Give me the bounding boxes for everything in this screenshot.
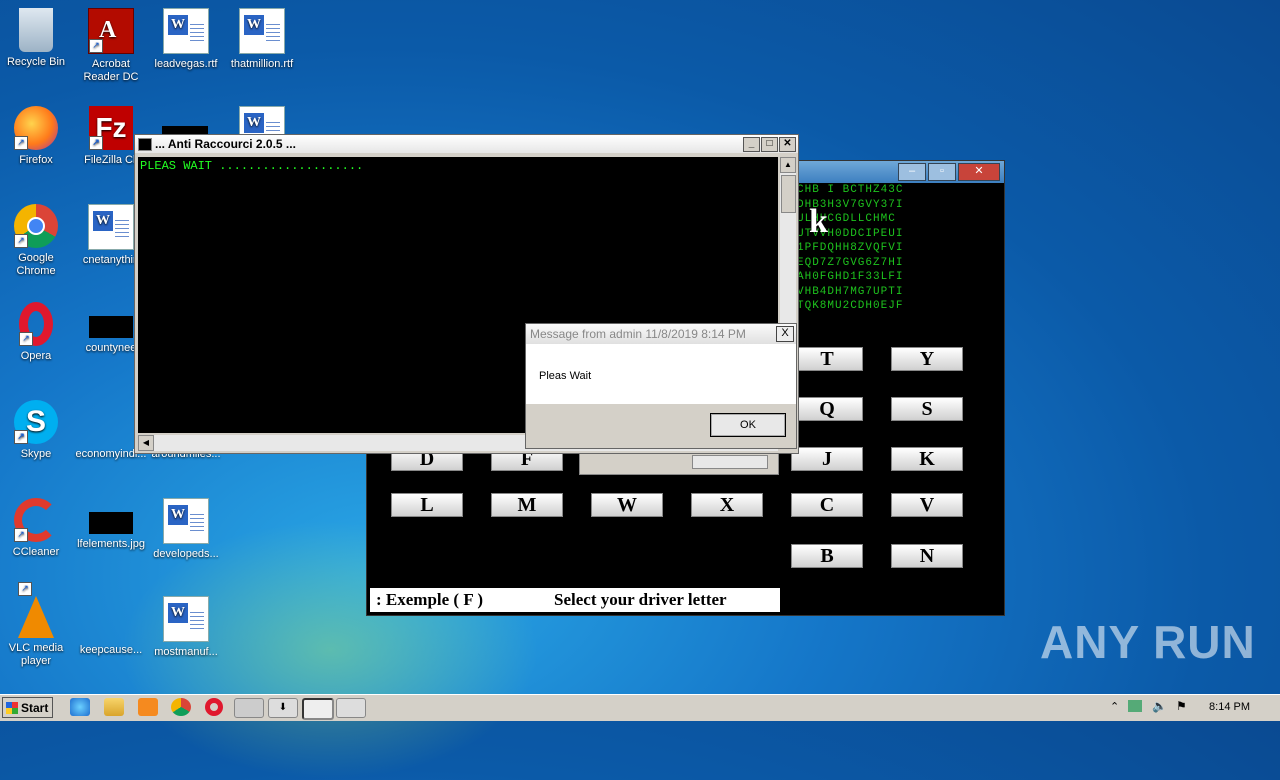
big-letter: k	[809, 203, 828, 240]
desktop-icon-leadvegas[interactable]: leadvegas.rtf	[148, 8, 224, 71]
download-icon[interactable]: ⬇	[268, 698, 298, 718]
console-text: PLEAS WAIT ....................	[140, 159, 364, 173]
desktop-icon-chrome[interactable]: ↗ Google Chrome	[0, 204, 74, 278]
word-doc-icon	[163, 8, 209, 54]
chrome-icon: ↗	[14, 204, 58, 248]
filezilla-icon: Fz ↗	[89, 106, 133, 150]
desktop-icon-ccleaner[interactable]: ↗ CCleaner	[0, 498, 74, 559]
matrix-line: EQD7Z7GVG6Z7HI	[797, 256, 904, 269]
message-dialog[interactable]: Message from admin 11/8/2019 8:14 PM X P…	[525, 323, 797, 449]
drive-key-c[interactable]: C	[791, 493, 863, 517]
close-button[interactable]: ✕	[958, 163, 1000, 181]
show-hidden-icon[interactable]: ⌃	[1110, 700, 1119, 713]
opera-taskbar-icon[interactable]	[205, 698, 223, 716]
console-close-button[interactable]: ✕	[779, 137, 796, 152]
word-doc-icon	[239, 8, 285, 54]
drive-key-k[interactable]: K	[891, 447, 963, 471]
drive-key-l[interactable]: L	[391, 493, 463, 517]
flag-icon[interactable]: ⚑	[1176, 699, 1187, 713]
matrix-line: CHB I BCTHZ43C	[797, 184, 904, 196]
clock[interactable]: 8:14 PM	[1209, 701, 1250, 713]
desktop-icon-thatmillion[interactable]: thatmillion.rtf	[224, 8, 300, 71]
maximize-button[interactable]: ▫	[928, 163, 956, 181]
start-button[interactable]: Start	[2, 697, 53, 718]
desktop-icon-lfelements[interactable]: lfelements.jpg	[73, 498, 149, 551]
desktop-icon-developeds[interactable]: developeds...	[148, 498, 224, 561]
drive-key-b[interactable]: B	[791, 544, 863, 568]
word-doc-icon	[88, 204, 134, 250]
anyrun-watermark: ANY RUN	[1040, 616, 1256, 668]
drive-key-j[interactable]: J	[791, 447, 863, 471]
desktop-icon-keepcause[interactable]: keepcause...	[73, 596, 149, 657]
taskbar: Start ⬇ ⌃ 🔈 ⚑ 8:14 PM	[0, 694, 1280, 721]
drive-key-m[interactable]: M	[491, 493, 563, 517]
drive-key-y[interactable]: Y	[891, 347, 963, 371]
drive-key-n[interactable]: N	[891, 544, 963, 568]
drive-key-t[interactable]: T	[791, 347, 863, 371]
ccleaner-icon: ↗	[14, 498, 58, 542]
matrix-line: TQK8MU2CDH0EJF	[797, 300, 904, 312]
desktop-icon-vlc[interactable]: ↗ VLC media player	[0, 582, 74, 668]
console-task-icon[interactable]	[302, 698, 334, 720]
drive-key-x[interactable]: X	[691, 493, 763, 517]
progress-panel	[579, 451, 779, 475]
matrix-line: 1PFDQHH8ZVQFVI	[797, 242, 904, 254]
desktop-icon-firefox[interactable]: ↗ Firefox	[0, 106, 74, 167]
minimize-button[interactable]: –	[898, 163, 926, 181]
image-icon	[89, 316, 133, 338]
console-title: ... Anti Raccourci 2.0.5 ...	[155, 137, 296, 151]
select-drive-text: Select your driver letter	[554, 590, 727, 609]
system-tray: ⌃ 🔈 ⚑ 8:14 PM	[1104, 697, 1280, 719]
desktop-icon-recycle-bin[interactable]: Recycle Bin	[0, 8, 74, 69]
acrobat-icon: A ↗	[88, 8, 134, 54]
app-task-icon[interactable]	[336, 698, 366, 718]
desktop-icon-mostmanuf[interactable]: mostmanuf...	[148, 596, 224, 659]
drive-key-s[interactable]: S	[891, 397, 963, 421]
word-doc-icon	[163, 498, 209, 544]
volume-icon[interactable]: 🔈	[1152, 699, 1167, 713]
example-text: : Exemple ( F )	[376, 590, 484, 609]
console-icon	[138, 138, 152, 151]
explorer-icon[interactable]	[104, 698, 124, 716]
console-minimize-button[interactable]: _	[743, 137, 760, 152]
opera-icon: ↗	[19, 302, 53, 346]
instruction-bar: : Exemple ( F ) Select your driver lette…	[370, 588, 780, 612]
skype-icon: S ↗	[14, 400, 58, 444]
file-icon	[89, 596, 133, 640]
word-doc-icon	[163, 596, 209, 642]
ok-button[interactable]: OK	[710, 413, 786, 437]
recycle-bin-icon	[19, 8, 53, 52]
matrix-line: VHB4DH7MG7UPTI	[797, 285, 904, 298]
dialog-message: Pleas Wait	[539, 370, 592, 382]
dialog-title: Message from admin 11/8/2019 8:14 PM	[530, 327, 746, 341]
scroll-thumb[interactable]	[781, 175, 796, 213]
drive-key-w[interactable]: W	[591, 493, 663, 517]
scroll-up-icon[interactable]: ▲	[780, 157, 796, 173]
dialog-body: Pleas Wait	[526, 344, 796, 404]
dialog-titlebar[interactable]: Message from admin 11/8/2019 8:14 PM X	[526, 324, 796, 344]
desktop-icon-opera[interactable]: ↗ Opera	[0, 302, 74, 363]
firefox-icon: ↗	[14, 106, 58, 150]
media-player-icon[interactable]	[138, 698, 158, 716]
console-maximize-button[interactable]: □	[761, 137, 778, 152]
file-icon	[89, 400, 133, 444]
network-icon[interactable]	[1128, 700, 1142, 712]
vlc-icon: ↗	[18, 582, 54, 638]
matrix-line: AH0FGHD1F33LFI	[797, 271, 904, 283]
dialog-close-button[interactable]: X	[776, 326, 794, 342]
console-titlebar[interactable]: ... Anti Raccourci 2.0.5 ... _ □ ✕	[135, 135, 798, 153]
task-app-icon[interactable]	[234, 698, 264, 718]
chrome-taskbar-icon[interactable]	[171, 698, 191, 716]
desktop-icon-acrobat[interactable]: A ↗ Acrobat Reader DC	[73, 8, 149, 84]
scroll-left-icon[interactable]: ◀	[138, 435, 154, 451]
image-icon	[89, 512, 133, 534]
drive-key-v[interactable]: V	[891, 493, 963, 517]
drive-key-q[interactable]: Q	[791, 397, 863, 421]
desktop-icon-skype[interactable]: S ↗ Skype	[0, 400, 74, 461]
ie-icon[interactable]	[70, 698, 90, 716]
